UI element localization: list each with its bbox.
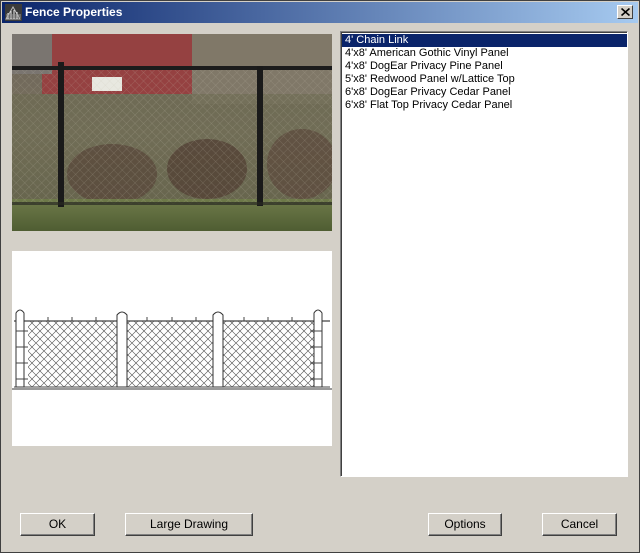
options-button[interactable]: Options — [428, 513, 502, 536]
fence-list-item[interactable]: 6'x8' Flat Top Privacy Cedar Panel — [342, 99, 627, 112]
fence-properties-dialog: Fence Properties 4' Chain Link 4'x8' Ame… — [0, 0, 640, 553]
fence-list-item[interactable]: 6'x8' DogEar Privacy Cedar Panel — [342, 86, 627, 99]
large-drawing-button[interactable]: Large Drawing — [125, 513, 253, 536]
fence-photo — [12, 34, 332, 231]
cancel-button[interactable]: Cancel — [542, 513, 617, 536]
fence-list-item[interactable]: 5'x8' Redwood Panel w/Lattice Top — [342, 73, 627, 86]
fence-app-icon — [5, 4, 22, 21]
title-bar[interactable]: Fence Properties — [2, 2, 638, 23]
close-icon — [621, 8, 630, 16]
fence-type-listbox[interactable]: 4' Chain Link 4'x8' American Gothic Vinyl… — [340, 31, 628, 477]
fence-list-item[interactable]: 4'x8' DogEar Privacy Pine Panel — [342, 60, 627, 73]
fence-list-item[interactable]: 4' Chain Link — [342, 34, 627, 47]
fence-list-item[interactable]: 4'x8' American Gothic Vinyl Panel — [342, 47, 627, 60]
ok-button[interactable]: OK — [20, 513, 95, 536]
fence-type-list: 4' Chain Link 4'x8' American Gothic Vinyl… — [341, 32, 627, 476]
dialog-title: Fence Properties — [25, 5, 123, 19]
close-button[interactable] — [617, 5, 633, 19]
fence-drawing — [12, 251, 332, 446]
